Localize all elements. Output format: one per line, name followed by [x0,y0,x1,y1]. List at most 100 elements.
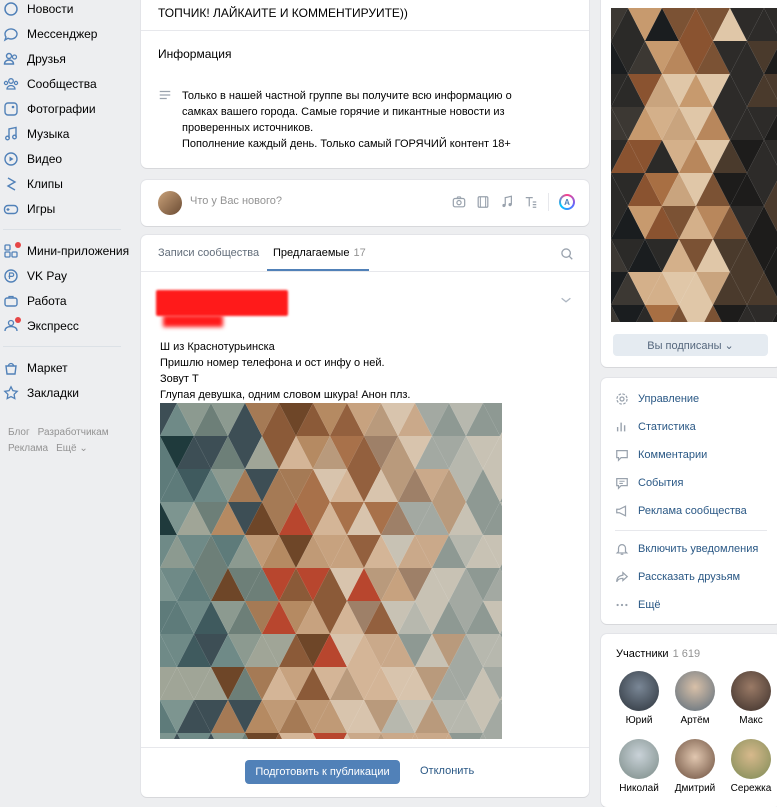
sidebar-item-label: VK Pay [27,268,68,283]
menu-label: Реклама сообщества [638,505,747,517]
sidebar-item-clips[interactable]: Клипы [0,171,135,196]
avatar [675,671,715,711]
megaphone-icon [616,505,627,517]
community-actions-menu: Управление Статистика Комментарии Событи… [601,378,777,624]
sidebar-item-music[interactable]: Музыка [0,121,135,146]
sidebar-item-market[interactable]: Маркет [0,355,135,380]
info-text: Только в нашей частной группе вы получит… [182,90,512,150]
menu-item-events[interactable]: События [615,476,683,490]
tab-suggested[interactable]: Предлагаемые 17 [273,247,366,259]
menu-item-ads[interactable]: Реклама сообщества [615,504,747,518]
group-status-text: ТОПЧИК! ЛАЙКАИТЕ И КОММЕНТИРУИТЕ)) [158,6,408,20]
new-post-box[interactable]: Что у Вас нового? A [141,180,589,226]
video-icon [3,151,19,167]
mosaic-tile [245,733,279,739]
footer-link-developers[interactable]: Разработчикам [38,427,109,438]
sidebar-item-bookmarks[interactable]: Закладки [0,380,135,405]
avatar [158,191,182,215]
market-icon [3,360,19,376]
sidebar-item-label: Маркет [27,360,68,375]
menu-label: Управление [638,393,700,405]
menu-item-notifications[interactable]: Включить уведомления [615,542,758,556]
sidebar-item-label: Мини-приложения [27,243,130,258]
mosaic-tile [449,733,483,739]
menu-item-comments[interactable]: Комментарии [615,448,707,462]
members-title-label: Участники [616,648,669,660]
sidebar-item-friends[interactable]: Друзья [0,46,135,71]
sidebar-item-communities[interactable]: Сообщества [0,71,135,96]
footer-link-more[interactable]: Ещё ⌄ [56,443,88,454]
sidebar-item-photos[interactable]: Фотографии [0,96,135,121]
members-title[interactable]: Участники 1 619 [616,648,700,660]
sidebar-item-label: Игры [27,201,56,216]
footer-link-blog[interactable]: Блог [8,427,30,438]
text-lines-icon [158,88,174,152]
menu-label: Рассказать друзьям [638,571,741,583]
mini-apps-icon [3,241,21,259]
info-description: Только в нашей частной группе вы получит… [158,88,542,152]
menu-item-more[interactable]: Ещё [615,598,661,612]
reject-button[interactable]: Отклонить [420,765,474,777]
menu-item-stats[interactable]: Статистика [615,420,696,434]
sidebar-item-label: Клипы [27,176,63,191]
active-tab-indicator [267,269,369,271]
avatar [731,671,771,711]
article-icon[interactable] [524,195,538,209]
sidebar-item-games[interactable]: Игры [0,196,135,221]
group-photo-card: Вы подписаны ⌄ [601,0,777,367]
divider [141,30,589,31]
sidebar-footer: Блог Разработчикам Реклама Ещё ⌄ [0,425,135,457]
pixelated-group-photo[interactable] [611,8,777,322]
sidebar-item-label: Новости [27,1,74,16]
sidebar-item-video[interactable]: Видео [0,146,135,171]
member-item[interactable]: Николай [615,739,663,794]
new-post-input[interactable]: Что у Вас нового? [190,195,282,207]
sidebar-item-label: Друзья [27,51,66,66]
music-note-icon[interactable] [500,195,514,209]
feed-tabs: Записи сообщества Предлагаемые 17 [141,235,589,272]
member-item[interactable]: Артём [671,671,719,726]
sidebar-divider [3,346,121,347]
member-item[interactable]: Сережка [727,739,775,794]
menu-item-share[interactable]: Рассказать друзьям [615,570,740,584]
sidebar-item-news[interactable]: Новости [0,0,135,21]
mosaic-tile [381,733,415,739]
suggested-posts-card: Записи сообщества Предлагаемые 17 Ш из Кр… [141,235,589,797]
author-selector-icon[interactable]: A [559,194,575,210]
menu-item-manage[interactable]: Управление [615,392,699,406]
sidebar-item-label: Фотографии [27,101,96,116]
member-item[interactable]: Макс [727,671,775,726]
mosaic-tile [347,733,381,739]
avatar [731,739,771,779]
photos-icon [3,101,19,117]
video-clip-icon[interactable] [476,195,490,209]
member-item[interactable]: Юрий [615,671,663,726]
member-item[interactable]: Дмитрий [671,739,719,794]
events-icon [616,478,628,490]
pixelated-post-photo[interactable] [160,403,502,739]
member-name: Артём [680,715,710,726]
menu-label: Комментарии [638,449,708,461]
sidebar-item-vkpay[interactable]: VK Pay [0,263,135,288]
mosaic-tile [483,733,502,739]
sidebar-item-mini-apps[interactable]: Мини-приложения [0,238,135,263]
camera-icon[interactable] [452,195,466,209]
member-name: Дмитрий [674,783,716,794]
sidebar-item-label: Закладки [27,385,79,400]
tab-community-posts[interactable]: Записи сообщества [158,247,259,259]
prepare-publish-button[interactable]: Подготовить к публикации [245,760,400,784]
sidebar-item-label: Экспресс [27,318,79,333]
sidebar-item-label: Музыка [27,126,70,141]
members-card: Участники 1 619 Юрий Артём Макс Николай Д… [601,634,777,807]
chevron-down-icon[interactable] [559,293,573,307]
share-icon [616,571,629,583]
sidebar-item-work[interactable]: Работа [0,288,135,313]
sidebar-item-label: Работа [27,293,67,308]
sidebar-item-messenger[interactable]: Мессенджер [0,21,135,46]
suggested-post-actions: Подготовить к публикации Отклонить [141,747,589,797]
footer-link-ads[interactable]: Реклама [8,443,48,454]
friends-icon [3,51,19,67]
search-icon[interactable] [560,247,574,261]
sidebar-item-express[interactable]: Экспресс [0,313,135,338]
subscribed-button[interactable]: Вы подписаны ⌄ [613,334,768,356]
